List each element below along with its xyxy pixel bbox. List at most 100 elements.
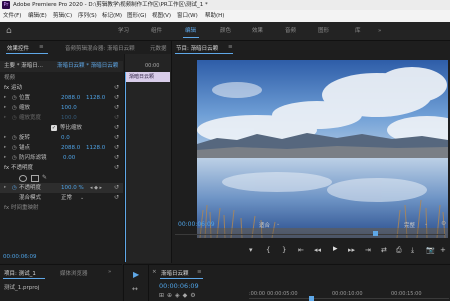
scale-twirl-icon[interactable]: ▸: [4, 103, 6, 113]
mark-in-icon[interactable]: {: [266, 246, 270, 254]
opacity-twirl-icon[interactable]: ▸: [4, 183, 6, 193]
anchor-stopwatch-icon[interactable]: ◷: [12, 143, 17, 153]
workspace-more-icon[interactable]: »: [378, 22, 381, 40]
camera-icon[interactable]: 📷: [426, 246, 435, 254]
step-forward-icon[interactable]: ▸▸: [348, 246, 355, 254]
tab-audio-clip-mixer[interactable]: 音频剪辑混合器: 渐暗日云颗: [65, 44, 135, 52]
workspace-tab-assembly[interactable]: 组件: [151, 22, 162, 40]
menu-help[interactable]: 帮助(H): [205, 10, 224, 22]
timeline-timecode[interactable]: 00:00:06:09: [159, 282, 199, 290]
position-x-value[interactable]: 2088.0: [61, 93, 80, 103]
anti-flicker-reset-icon[interactable]: ↺: [114, 153, 119, 163]
position-twirl-icon[interactable]: ▸: [4, 93, 6, 103]
uniform-scale-checkbox[interactable]: ✓: [51, 125, 57, 131]
motion-effect-row[interactable]: fx 运动 ↺: [0, 83, 123, 93]
opacity-reset-icon[interactable]: ↺: [114, 183, 119, 193]
tab-effect-controls-menu-icon[interactable]: ≡: [39, 44, 44, 50]
resolution-dropdown[interactable]: 完整: [404, 221, 415, 229]
sequence-clip-dropdown[interactable]: 渐暗日云颗 * 渐暗日云颗: [57, 61, 118, 72]
anchor-x-value[interactable]: 2088.0: [61, 143, 80, 153]
tab-effect-controls[interactable]: 效果控件: [7, 44, 29, 52]
menu-sequence[interactable]: 序列(S): [78, 10, 97, 22]
export-frame-icon[interactable]: ⤓: [411, 246, 414, 255]
selection-tool-icon[interactable]: ▶: [133, 270, 139, 279]
position-stopwatch-icon[interactable]: ◷: [12, 93, 17, 103]
workspace-tab-audio[interactable]: 音频: [285, 22, 296, 40]
program-playhead[interactable]: [373, 231, 378, 236]
anchor-twirl-icon[interactable]: ▸: [4, 143, 6, 153]
mark-out-icon[interactable]: }: [282, 246, 286, 254]
zoom-chevron-down-icon[interactable]: ⌄: [276, 221, 280, 227]
menu-window[interactable]: 窗口(W): [177, 10, 198, 22]
timeline-menu-icon[interactable]: ≡: [197, 269, 202, 275]
menu-file[interactable]: 文件(F): [3, 10, 21, 22]
scale-value[interactable]: 100.0: [61, 103, 77, 113]
menu-graphics[interactable]: 图形(G): [127, 10, 147, 22]
play-button[interactable]: ▸: [333, 244, 338, 254]
workspace-tab-effects[interactable]: 效果: [252, 22, 263, 40]
track-select-tool-icon[interactable]: ↔: [132, 285, 138, 293]
workspace-tab-graphics[interactable]: 图形: [318, 22, 329, 40]
go-to-out-icon[interactable]: ⇥: [365, 246, 371, 254]
menu-view[interactable]: 视图(V): [152, 10, 171, 22]
settings-wrench-icon[interactable]: ⚙: [441, 220, 446, 227]
add-marker-icon[interactable]: ▾: [249, 246, 253, 254]
workspace-tab-learn[interactable]: 学习: [118, 22, 129, 40]
button-editor-icon[interactable]: +: [440, 246, 446, 254]
home-icon[interactable]: ⌂: [6, 26, 16, 36]
tab-metadata[interactable]: 元数据: [150, 44, 167, 52]
position-reset-icon[interactable]: ↺: [114, 93, 119, 103]
ellipse-mask-icon[interactable]: [19, 175, 27, 182]
pen-mask-icon[interactable]: ✎: [42, 173, 47, 183]
opacity-value[interactable]: 100.0 %: [61, 183, 84, 193]
scale-stopwatch-icon[interactable]: ◷: [12, 103, 17, 113]
timeline-playhead[interactable]: [309, 296, 314, 301]
go-to-in-icon[interactable]: ⇤: [298, 246, 304, 254]
anti-flicker-twirl-icon[interactable]: ▸: [4, 153, 6, 163]
rotation-reset-icon[interactable]: ↺: [114, 133, 119, 143]
keyframe-nav-icon[interactable]: ◂ ◆ ▸: [90, 183, 102, 193]
program-video-frame[interactable]: [197, 60, 448, 238]
rectangle-mask-icon[interactable]: [31, 175, 39, 182]
extract-icon[interactable]: ⎙: [396, 246, 402, 255]
mini-timeline-playhead[interactable]: [125, 72, 126, 262]
rotation-twirl-icon[interactable]: ▸: [4, 133, 6, 143]
chevron-down-icon[interactable]: ⌄: [80, 193, 84, 203]
step-back-icon[interactable]: ◂◂: [314, 246, 321, 254]
zoom-level-dropdown[interactable]: 适合: [259, 221, 270, 229]
program-monitor-menu-icon[interactable]: ≡: [228, 44, 233, 50]
anchor-y-value[interactable]: 1128.0: [86, 143, 105, 153]
anti-flicker-value[interactable]: 0.00: [63, 153, 75, 163]
motion-reset-icon[interactable]: ↺: [114, 83, 119, 93]
program-monitor-title[interactable]: 节目: 渐暗日云颗: [176, 44, 218, 52]
workspace-tab-libraries[interactable]: 库: [355, 22, 361, 40]
project-file-item[interactable]: 测试_1.prproj: [4, 283, 39, 291]
opacity-effect-row[interactable]: fx 不透明度 ↺: [0, 163, 123, 173]
timeline-sequence-tab[interactable]: 渐暗日云颗: [161, 269, 189, 277]
uniform-scale-reset-icon[interactable]: ↺: [114, 123, 119, 133]
project-more-icon[interactable]: »: [108, 269, 111, 275]
opacity-stopwatch-icon[interactable]: ◷: [12, 183, 17, 193]
workspace-tab-color[interactable]: 颜色: [220, 22, 231, 40]
menu-marker[interactable]: 标记(M): [102, 10, 122, 22]
timeline-snap-tools[interactable]: ⊞⊕◈◆⚙: [159, 292, 199, 299]
effect-controls-timecode[interactable]: 00:00:06:09: [3, 254, 37, 260]
scale-reset-icon[interactable]: ↺: [114, 103, 119, 113]
anchor-reset-icon[interactable]: ↺: [114, 143, 119, 153]
rotation-value[interactable]: 0.0: [61, 133, 70, 143]
menu-clip[interactable]: 剪辑(C): [53, 10, 72, 22]
lift-icon[interactable]: ⇄: [381, 246, 387, 254]
blend-mode-reset-icon[interactable]: ↺: [114, 193, 119, 203]
program-timecode[interactable]: 00:00:06:09: [178, 221, 215, 228]
time-remap-row[interactable]: fx 时间重映射: [0, 203, 123, 213]
opacity-effect-reset-icon[interactable]: ↺: [114, 163, 119, 173]
position-y-value[interactable]: 1128.0: [86, 93, 105, 103]
tab-project[interactable]: 项目: 测试_1: [4, 269, 36, 277]
tab-media-browser[interactable]: 媒体浏览器: [60, 269, 88, 277]
mini-timeline-clip[interactable]: 渐暗日云颗: [126, 72, 170, 82]
menu-edit[interactable]: 编辑(E): [28, 10, 47, 22]
rotation-stopwatch-icon[interactable]: ◷: [12, 133, 17, 143]
timeline-close-icon[interactable]: ×: [152, 269, 157, 275]
blend-mode-dropdown[interactable]: 正常: [61, 193, 72, 203]
anti-flicker-stopwatch-icon[interactable]: ◷: [12, 153, 17, 163]
